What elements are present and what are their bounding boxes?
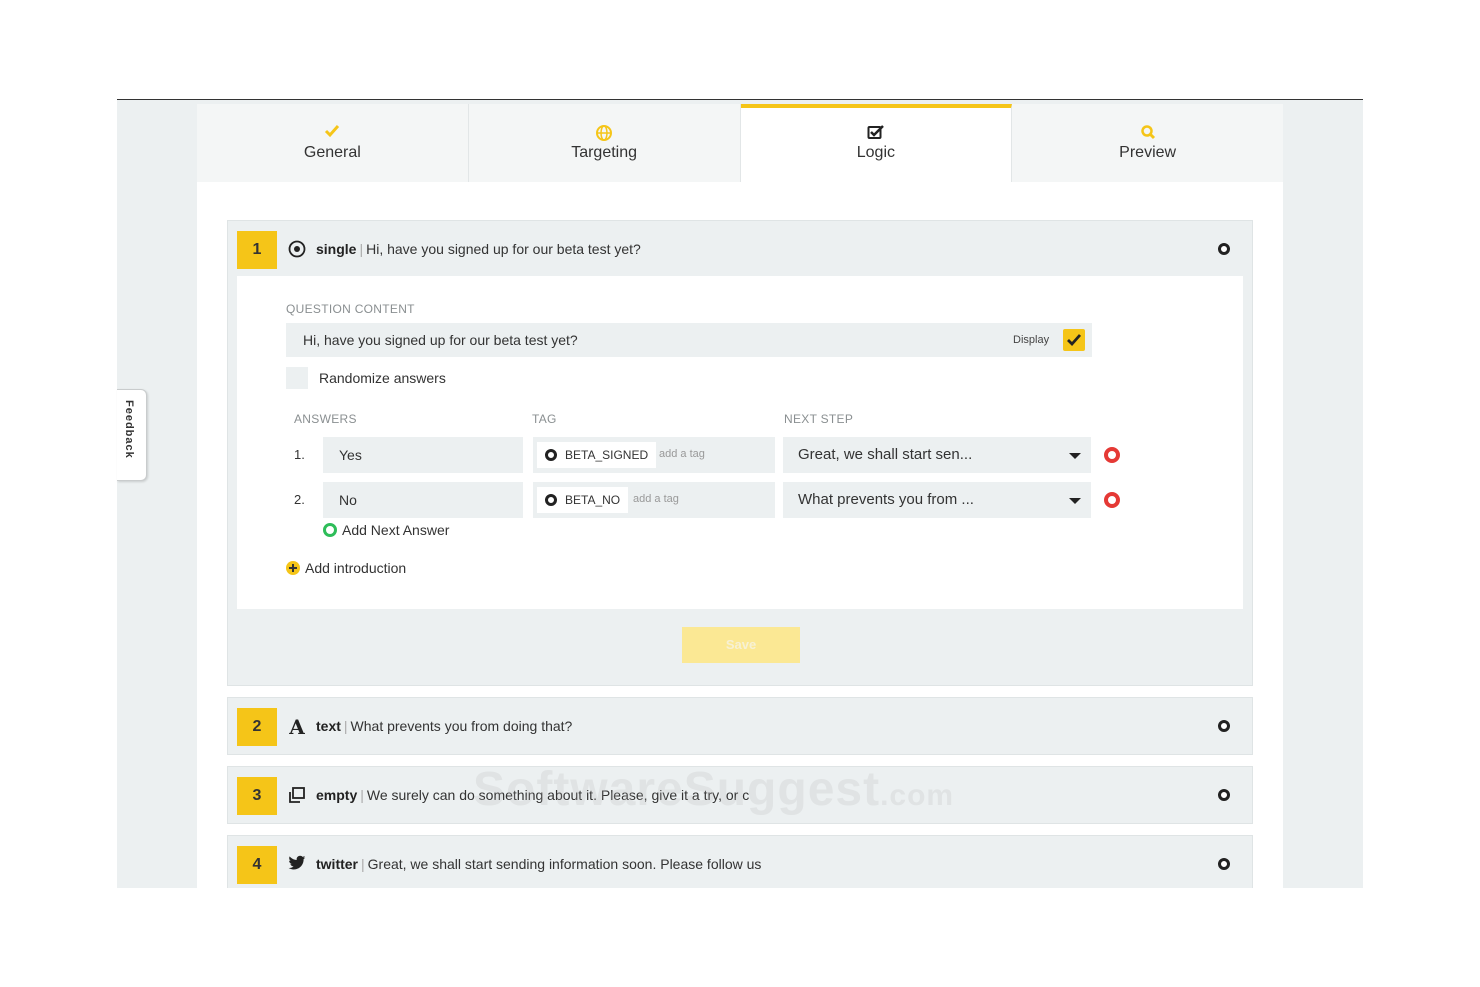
tag-field[interactable]: BETA_SIGNED add a tag <box>533 437 775 473</box>
question-number: 3 <box>237 777 277 815</box>
tab-preview[interactable]: Preview <box>1012 104 1283 182</box>
chevron-down-icon <box>1069 498 1081 504</box>
display-checkbox[interactable] <box>1063 329 1085 351</box>
tag-field[interactable]: BETA_NO add a tag <box>533 482 775 518</box>
globe-icon <box>469 124 740 144</box>
remove-tag-icon[interactable] <box>545 494 557 506</box>
tab-label: Logic <box>856 144 895 161</box>
question-options-button[interactable] <box>1218 858 1230 870</box>
next-step-select[interactable]: What prevents you from ... <box>783 482 1091 518</box>
remove-tag-icon[interactable] <box>545 449 557 461</box>
text-icon: A <box>289 715 305 739</box>
question-text: Great, we shall start sending informatio… <box>367 856 762 872</box>
randomize-checkbox[interactable] <box>286 367 308 389</box>
question-number: 4 <box>237 846 277 884</box>
save-button[interactable]: Save <box>682 627 800 663</box>
question-card: 1 single | Hi, have you signed up for our … <box>227 220 1253 686</box>
question-summary: text | What prevents you from doing that? <box>316 718 573 734</box>
answer-input[interactable]: No <box>323 482 523 518</box>
answer-index: 2. <box>294 492 305 507</box>
question-card: 4 twitter | Great, we shall start sending … <box>227 835 1253 888</box>
empty-icon <box>287 786 307 806</box>
question-content-label: QUESTION CONTENT <box>286 302 415 316</box>
question-type: empty <box>316 787 358 803</box>
question-editor: QUESTION CONTENT Hi, have you signed up … <box>237 276 1243 609</box>
answer-input[interactable]: Yes <box>323 437 523 473</box>
tab-logic[interactable]: Logic <box>740 104 1013 182</box>
tag-chip: BETA_SIGNED <box>537 442 657 468</box>
question-options-button[interactable] <box>1218 243 1230 255</box>
checkbox-edit-icon <box>741 124 1012 144</box>
next-step-value: Great, we shall start sen... <box>798 446 973 463</box>
wizard-tabs: General Targeting Logic Preview <box>197 104 1283 182</box>
add-introduction-label: Add introduction <box>305 560 407 576</box>
question-type: twitter <box>316 856 358 872</box>
question-options-button[interactable] <box>1218 720 1230 732</box>
question-header[interactable]: 1 single | Hi, have you signed up for our … <box>228 221 1252 277</box>
answer-index: 1. <box>294 447 305 462</box>
add-circle-icon <box>323 523 337 537</box>
question-header[interactable]: 2 A text | What prevents you from doing th… <box>228 698 1252 754</box>
plus-icon <box>286 561 300 575</box>
add-next-answer-button[interactable]: Add Next Answer <box>323 522 449 538</box>
radio-icon <box>287 240 307 260</box>
display-label: Display <box>1013 334 1050 346</box>
next-step-value: What prevents you from ... <box>798 491 974 508</box>
tab-label: General <box>303 144 361 161</box>
question-options-button[interactable] <box>1218 789 1230 801</box>
feedback-tab[interactable]: Feedback <box>117 389 147 481</box>
feedback-label: Feedback <box>123 400 135 459</box>
tag-name: BETA_NO <box>565 493 621 507</box>
question-summary: twitter | Great, we shall start sending in… <box>316 856 762 872</box>
chevron-down-icon <box>1069 453 1081 459</box>
add-introduction-button[interactable]: Add introduction <box>286 560 406 576</box>
search-icon <box>1012 124 1283 144</box>
check-icon <box>197 124 468 144</box>
question-content-input[interactable]: Hi, have you signed up for our beta test… <box>286 323 1092 357</box>
add-tag-input[interactable]: add a tag <box>633 493 679 505</box>
app-frame: General Targeting Logic Preview 1 single… <box>117 99 1363 888</box>
question-summary: single | Hi, have you signed up for our be… <box>316 241 641 257</box>
question-header[interactable]: 4 twitter | Great, we shall start sending … <box>228 836 1252 888</box>
twitter-icon <box>287 855 307 875</box>
question-text: Hi, have you signed up for our beta test… <box>366 241 641 257</box>
answers-header: ANSWERS <box>294 412 357 426</box>
question-text: We surely can do something about it. Ple… <box>366 787 750 803</box>
randomize-label: Randomize answers <box>319 370 446 386</box>
question-summary: empty | We surely can do something about i… <box>316 787 750 803</box>
tab-targeting[interactable]: Targeting <box>468 104 741 182</box>
question-header[interactable]: 3 empty | We surely can do something about… <box>228 767 1252 823</box>
tab-label: Preview <box>1119 144 1177 161</box>
delete-answer-button[interactable] <box>1104 447 1120 463</box>
delete-answer-button[interactable] <box>1104 492 1120 508</box>
tag-name: BETA_SIGNED <box>565 448 649 462</box>
question-number: 2 <box>237 708 277 746</box>
tag-chip: BETA_NO <box>537 487 629 513</box>
logic-panel: 1 single | Hi, have you signed up for our … <box>197 182 1283 888</box>
add-next-answer-label: Add Next Answer <box>342 522 450 538</box>
next-step-header: NEXT STEP <box>784 412 854 426</box>
tag-header: TAG <box>532 412 557 426</box>
checkmark-icon <box>1067 334 1082 347</box>
question-number: 1 <box>237 231 277 269</box>
question-card: 2 A text | What prevents you from doing th… <box>227 697 1253 755</box>
question-text: What prevents you from doing that? <box>350 718 573 734</box>
add-tag-input[interactable]: add a tag <box>659 448 705 460</box>
question-type: text <box>316 718 341 734</box>
question-card: 3 empty | We surely can do something about… <box>227 766 1253 824</box>
tab-label: Targeting <box>571 144 638 161</box>
tab-general[interactable]: General <box>197 104 469 182</box>
question-type: single <box>316 241 357 257</box>
next-step-select[interactable]: Great, we shall start sen... <box>783 437 1091 473</box>
